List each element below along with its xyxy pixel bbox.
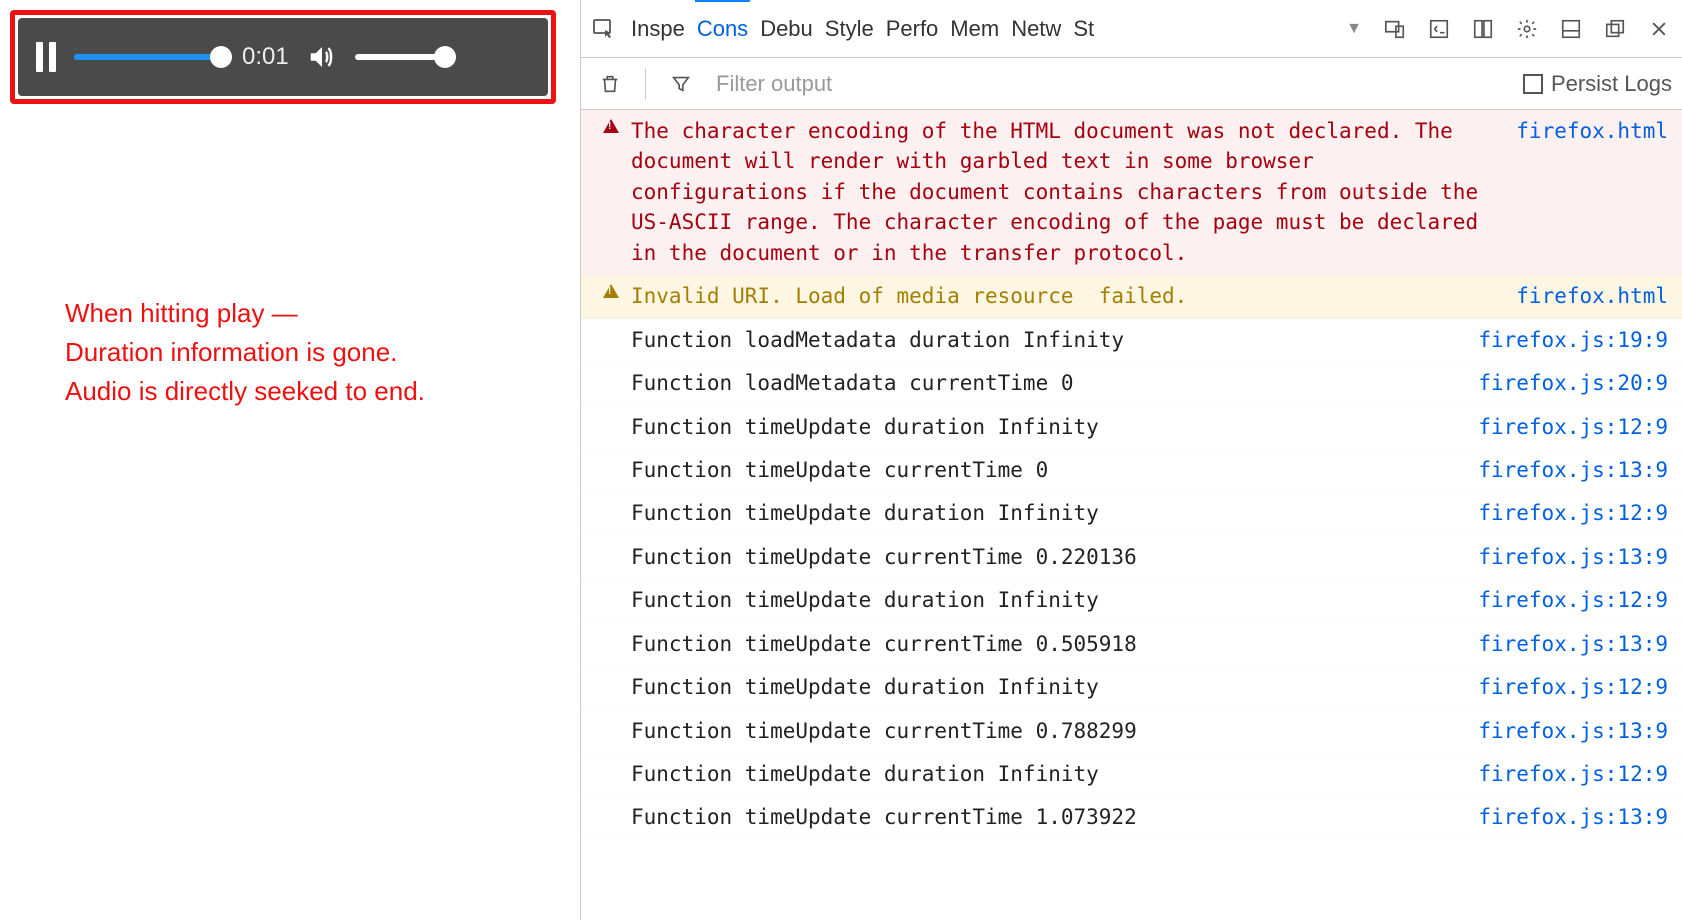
console-message-text: Function timeUpdate duration Infinity [631, 759, 1458, 789]
annotation-text: When hitting play — Duration information… [65, 294, 570, 411]
volume-thumb[interactable] [434, 46, 456, 68]
persist-logs-checkbox[interactable]: Persist Logs [1523, 71, 1672, 97]
volume-icon[interactable] [307, 42, 337, 72]
console-message-source[interactable]: firefox.js:13:9 [1478, 542, 1668, 572]
console-message[interactable]: Function loadMetadata duration Infinity f… [581, 319, 1682, 362]
console-message-text: Invalid URI. Load of media resource fail… [631, 281, 1496, 311]
pause-button[interactable] [36, 42, 56, 72]
audio-player[interactable]: 0:01 [18, 18, 548, 96]
console-message-source[interactable]: firefox.js:13:9 [1478, 716, 1668, 746]
devtools-tabs: InspeConsDebuStylePerfoMemNetwSt [625, 0, 1338, 57]
console-message-text: Function timeUpdate duration Infinity [631, 672, 1458, 702]
devtools-tab[interactable]: Debu [754, 0, 819, 57]
annotation-highlight-box: 0:01 [10, 10, 556, 104]
console-message[interactable]: Function timeUpdate duration Infinity fir… [581, 666, 1682, 709]
console-message-source[interactable]: firefox.js:19:9 [1478, 325, 1668, 355]
persist-logs-label: Persist Logs [1551, 71, 1672, 97]
separate-window-button[interactable] [1596, 10, 1634, 48]
checkbox-box[interactable] [1523, 74, 1543, 94]
clear-console-button[interactable] [591, 65, 629, 103]
filter-input[interactable] [716, 71, 1507, 97]
console-message-text: Function loadMetadata duration Infinity [631, 325, 1458, 355]
volume-slider[interactable] [355, 54, 445, 60]
devtools-tab[interactable]: Cons [691, 0, 754, 57]
console-message-text: The character encoding of the HTML docum… [631, 116, 1496, 268]
console-message-source[interactable]: firefox.js:12:9 [1478, 759, 1668, 789]
console-message-text: Function timeUpdate currentTime 0.788299 [631, 716, 1458, 746]
filter-funnel-button[interactable] [662, 65, 700, 103]
devtools-tab[interactable]: Mem [944, 0, 1005, 57]
console-message-text: Function timeUpdate duration Infinity [631, 585, 1458, 615]
divider [645, 68, 646, 100]
settings-button[interactable] [1508, 10, 1546, 48]
warning-icon [601, 284, 621, 298]
console-message-source[interactable]: firefox.js:20:9 [1478, 368, 1668, 398]
console-message-source[interactable]: firefox.js:13:9 [1478, 455, 1668, 485]
responsive-mode-button[interactable] [1376, 10, 1414, 48]
console-message[interactable]: Function timeUpdate duration Infinity fir… [581, 579, 1682, 622]
console-message-text: Function timeUpdate duration Infinity [631, 498, 1458, 528]
seek-slider[interactable] [74, 54, 224, 60]
console-message[interactable]: Invalid URI. Load of media resource fail… [581, 275, 1682, 318]
console-message-text: Function timeUpdate currentTime 1.073922 [631, 802, 1458, 832]
console-message-source[interactable]: firefox.html [1516, 116, 1668, 146]
console-message[interactable]: Function timeUpdate currentTime 0.505918… [581, 623, 1682, 666]
close-devtools-button[interactable] [1640, 10, 1678, 48]
devtools-tab[interactable]: Inspe [625, 0, 691, 57]
devtools-tab[interactable]: Style [819, 0, 880, 57]
console-messages[interactable]: The character encoding of the HTML docum… [581, 110, 1682, 920]
console-message-source[interactable]: firefox.js:13:9 [1478, 629, 1668, 659]
console-message-text: Function timeUpdate currentTime 0 [631, 455, 1458, 485]
split-console-button[interactable] [1420, 10, 1458, 48]
console-message[interactable]: Function timeUpdate currentTime 0.220136… [581, 536, 1682, 579]
seek-thumb[interactable] [210, 46, 232, 68]
console-message-text: Function timeUpdate currentTime 0.505918 [631, 629, 1458, 659]
annotation-line: Audio is directly seeked to end. [65, 372, 570, 411]
devtools-toolbar: InspeConsDebuStylePerfoMemNetwSt ▼ [581, 0, 1682, 58]
dock-bottom-button[interactable] [1552, 10, 1590, 48]
console-message[interactable]: Function timeUpdate currentTime 0.788299… [581, 710, 1682, 753]
annotation-line: When hitting play — [65, 294, 570, 333]
playback-time: 0:01 [242, 43, 289, 71]
devtools-pane: InspeConsDebuStylePerfoMemNetwSt ▼ [580, 0, 1682, 920]
tabs-overflow-button[interactable]: ▼ [1340, 20, 1368, 38]
console-message[interactable]: Function loadMetadata currentTime 0 firef… [581, 362, 1682, 405]
console-message-text: Function timeUpdate currentTime 0.220136 [631, 542, 1458, 572]
console-message[interactable]: The character encoding of the HTML docum… [581, 110, 1682, 275]
devtools-tab[interactable]: St [1067, 0, 1100, 57]
devtools-tab[interactable]: Perfo [880, 0, 945, 57]
console-message-source[interactable]: firefox.js:12:9 [1478, 412, 1668, 442]
console-message[interactable]: Function timeUpdate currentTime 0 firefox… [581, 449, 1682, 492]
console-message[interactable]: Function timeUpdate duration Infinity fir… [581, 753, 1682, 796]
console-filter-row: Persist Logs [581, 58, 1682, 110]
console-message[interactable]: Function timeUpdate duration Infinity fir… [581, 492, 1682, 535]
element-picker-button[interactable] [585, 10, 623, 48]
console-message-text: Function timeUpdate duration Infinity [631, 412, 1458, 442]
console-message-source[interactable]: firefox.js:12:9 [1478, 585, 1668, 615]
console-message-source[interactable]: firefox.html [1516, 281, 1668, 311]
devtools-tab[interactable]: Netw [1005, 0, 1067, 57]
console-message-source[interactable]: firefox.js:12:9 [1478, 498, 1668, 528]
dock-mode-button[interactable] [1464, 10, 1502, 48]
console-message[interactable]: Function timeUpdate duration Infinity fir… [581, 406, 1682, 449]
console-message-source[interactable]: firefox.js:13:9 [1478, 802, 1668, 832]
console-message-text: Function loadMetadata currentTime 0 [631, 368, 1458, 398]
devtools-right-tools [1370, 10, 1678, 48]
annotation-line: Duration information is gone. [65, 333, 570, 372]
warning-icon [601, 119, 621, 133]
page-content-pane: 0:01 When hitting play — Duration inform… [0, 0, 580, 920]
console-message[interactable]: Function timeUpdate currentTime 1.073922… [581, 796, 1682, 839]
console-message-source[interactable]: firefox.js:12:9 [1478, 672, 1668, 702]
